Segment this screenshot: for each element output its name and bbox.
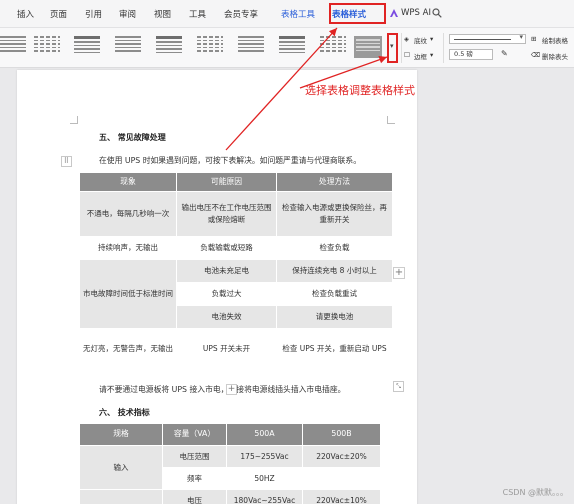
line-width-select[interactable]: 0.5 磅 bbox=[449, 49, 493, 60]
table-header-row: 规格 容量（VA） 500A 500B bbox=[79, 423, 381, 446]
table-style-thumb-2[interactable] bbox=[34, 36, 60, 58]
section-heading: 六、 技术指标 bbox=[99, 408, 150, 417]
style-gallery-expand-icon[interactable]: ▾ bbox=[390, 43, 394, 50]
table-cell[interactable]: 电压范围 bbox=[162, 445, 227, 468]
table-cell[interactable] bbox=[302, 467, 381, 490]
table-cell[interactable]: 频率 bbox=[162, 467, 227, 490]
table-cell[interactable]: 负载过大 bbox=[176, 282, 277, 306]
menu-bar: 插入 页面 引用 审阅 视图 工具 会员专享 表格工具 表格样式 WPS AI bbox=[0, 0, 574, 28]
document-page[interactable]: 五、 常见故障处理 ⠿ 在使用 UPS 时如果遇到问题，可按下表解决。如问题严重… bbox=[17, 70, 417, 504]
table-cell[interactable]: 电池未充足电 bbox=[176, 259, 277, 283]
wps-writer-window: 插入 页面 引用 审阅 视图 工具 会员专享 表格工具 表格样式 WPS AI … bbox=[0, 0, 574, 504]
eraser-button[interactable]: 删除表头 bbox=[542, 51, 568, 61]
table-cell[interactable]: 不通电，每隔几秒响一次 bbox=[79, 191, 177, 237]
shading-icon[interactable]: ◈ bbox=[404, 35, 409, 43]
table-cell[interactable]: 请更换电池 bbox=[276, 305, 393, 329]
table-style-thumb-9[interactable] bbox=[320, 36, 346, 58]
chevron-down-icon[interactable]: ▾ bbox=[430, 51, 433, 59]
table-style-thumb-6[interactable] bbox=[197, 36, 223, 58]
tab-table-tools[interactable]: 表格工具 bbox=[281, 8, 315, 20]
add-column-button[interactable]: + bbox=[393, 267, 405, 279]
table-header-cell: 500A bbox=[226, 423, 303, 446]
table-row: 电压 180Vac~255Vac 220Vac±10% bbox=[79, 489, 381, 504]
table-style-thumb-5[interactable] bbox=[156, 36, 182, 58]
table-resize-handle[interactable]: ⤡ bbox=[393, 381, 404, 392]
ribbon-separator bbox=[443, 33, 444, 63]
search-icon[interactable] bbox=[432, 8, 442, 18]
table-move-handle[interactable]: ⠿ bbox=[61, 156, 72, 167]
table-cell[interactable]: 220Vac±10% bbox=[302, 489, 381, 504]
ribbon-separator bbox=[401, 33, 402, 63]
table-cell[interactable]: 负载输载或短路 bbox=[176, 236, 277, 260]
tab-page[interactable]: 页面 bbox=[50, 8, 67, 20]
table-header-cell: 处理方法 bbox=[276, 172, 393, 192]
margin-corner-mark bbox=[387, 116, 395, 124]
table-row: 无灯亮，无警告声，无输出 UPS 开关未开 检查 UPS 开关，重新启动 UPS bbox=[79, 328, 393, 369]
table-cell[interactable] bbox=[79, 489, 163, 504]
border-button[interactable]: 边框 bbox=[414, 51, 427, 61]
table-row: 不通电，每隔几秒响一次 输出电压不在工作电压范围或保险熔断 检查输入电源或更换保… bbox=[79, 191, 393, 237]
table-style-thumb-1[interactable] bbox=[0, 36, 26, 58]
table-header-cell: 容量（VA） bbox=[162, 423, 227, 446]
table-cell[interactable]: 保持连续充电 8 小时以上 bbox=[276, 259, 393, 283]
table-header-cell: 现象 bbox=[79, 172, 177, 192]
table-cell[interactable]: 检查 UPS 开关，重新启动 UPS bbox=[276, 328, 393, 369]
draw-table-icon[interactable]: ⊞ bbox=[531, 35, 536, 43]
fault-table[interactable]: 现象 可能原因 处理方法 不通电，每隔几秒响一次 输出电压不在工作电压范围或保险… bbox=[79, 172, 393, 369]
tab-references[interactable]: 引用 bbox=[85, 8, 102, 20]
table-style-thumb-3[interactable] bbox=[74, 36, 100, 58]
table-cell[interactable]: UPS 开关未开 bbox=[176, 328, 277, 369]
table-header-cell: 规格 bbox=[79, 423, 163, 446]
shading-button[interactable]: 底纹 bbox=[414, 35, 427, 45]
tab-insert[interactable]: 插入 bbox=[17, 8, 34, 20]
tab-review[interactable]: 审阅 bbox=[119, 8, 136, 20]
table-row: 持续响声，无输出 负载输载或短路 检查负载 bbox=[79, 236, 393, 260]
table-cell[interactable]: 50HZ bbox=[226, 467, 303, 490]
section-heading: 五、 常见故障处理 bbox=[99, 133, 166, 142]
table-style-thumb-10[interactable] bbox=[354, 36, 382, 58]
table-cell[interactable]: 输出电压不在工作电压范围或保险熔断 bbox=[176, 191, 277, 237]
table-header-cell: 可能原因 bbox=[176, 172, 277, 192]
table-cell[interactable]: 180Vac~255Vac bbox=[226, 489, 303, 504]
border-icon[interactable]: ☐ bbox=[404, 51, 410, 59]
table-style-thumb-4[interactable] bbox=[115, 36, 141, 58]
spec-table[interactable]: 规格 容量（VA） 500A 500B 输入 电压范围 175~255Vac 2… bbox=[79, 423, 381, 504]
wps-ai-icon bbox=[390, 9, 398, 17]
pen-color-icon[interactable]: ✎ bbox=[501, 49, 508, 58]
table-header-cell: 500B bbox=[302, 423, 381, 446]
table-row: 市电故障时间低于标准时间 电池未充足电 保持连续充电 8 小时以上 bbox=[79, 259, 393, 329]
table-cell[interactable]: 检查负载 bbox=[276, 236, 393, 260]
annotation-text: 选择表格调整表格样式 bbox=[305, 84, 415, 97]
table-cell[interactable]: 检查负载重试 bbox=[276, 282, 393, 306]
tab-tools[interactable]: 工具 bbox=[189, 8, 206, 20]
highlight-box-table-style bbox=[329, 3, 386, 24]
table-cell[interactable]: 检查输入电源或更换保险丝，再重新开关 bbox=[276, 191, 393, 237]
margin-corner-mark bbox=[70, 116, 78, 124]
tab-wps-ai[interactable]: WPS AI bbox=[401, 8, 431, 18]
table-header-row: 现象 可能原因 处理方法 bbox=[79, 172, 393, 192]
table-cell[interactable]: 175~255Vac bbox=[226, 445, 303, 468]
eraser-icon[interactable]: ⌫ bbox=[531, 51, 540, 59]
table-cell[interactable]: 电池失效 bbox=[176, 305, 277, 329]
tab-member[interactable]: 会员专享 bbox=[224, 8, 258, 20]
table-cell[interactable]: 无灯亮，无警告声，无输出 bbox=[79, 328, 177, 369]
intro-paragraph: 在使用 UPS 时如果遇到问题，可按下表解决。如问题严重请与代理商联系。 bbox=[99, 156, 362, 165]
note-paragraph: 请不要通过电源板将 UPS 接入市电，直接将电源线插头插入市电插座。 bbox=[99, 385, 346, 394]
table-cell[interactable]: 输入 bbox=[79, 445, 163, 490]
table-cell[interactable]: 电压 bbox=[162, 489, 227, 504]
tab-view[interactable]: 视图 bbox=[154, 8, 171, 20]
line-style-select[interactable]: ▾ bbox=[449, 33, 526, 44]
add-row-button[interactable]: + bbox=[226, 384, 237, 395]
table-row: 输入 电压范围 175~255Vac 220Vac±20% bbox=[79, 445, 381, 490]
chevron-down-icon[interactable]: ▾ bbox=[430, 35, 433, 43]
table-style-thumb-7[interactable] bbox=[238, 36, 264, 58]
draw-table-button[interactable]: 绘制表格 bbox=[542, 35, 568, 45]
table-cell[interactable]: 持续响声，无输出 bbox=[79, 236, 177, 260]
table-cell[interactable]: 220Vac±20% bbox=[302, 445, 381, 468]
watermark: CSDN @默默。。。 bbox=[502, 488, 568, 497]
table-cell[interactable]: 市电故障时间低于标准时间 bbox=[79, 259, 177, 329]
table-style-thumb-8[interactable] bbox=[279, 36, 305, 58]
